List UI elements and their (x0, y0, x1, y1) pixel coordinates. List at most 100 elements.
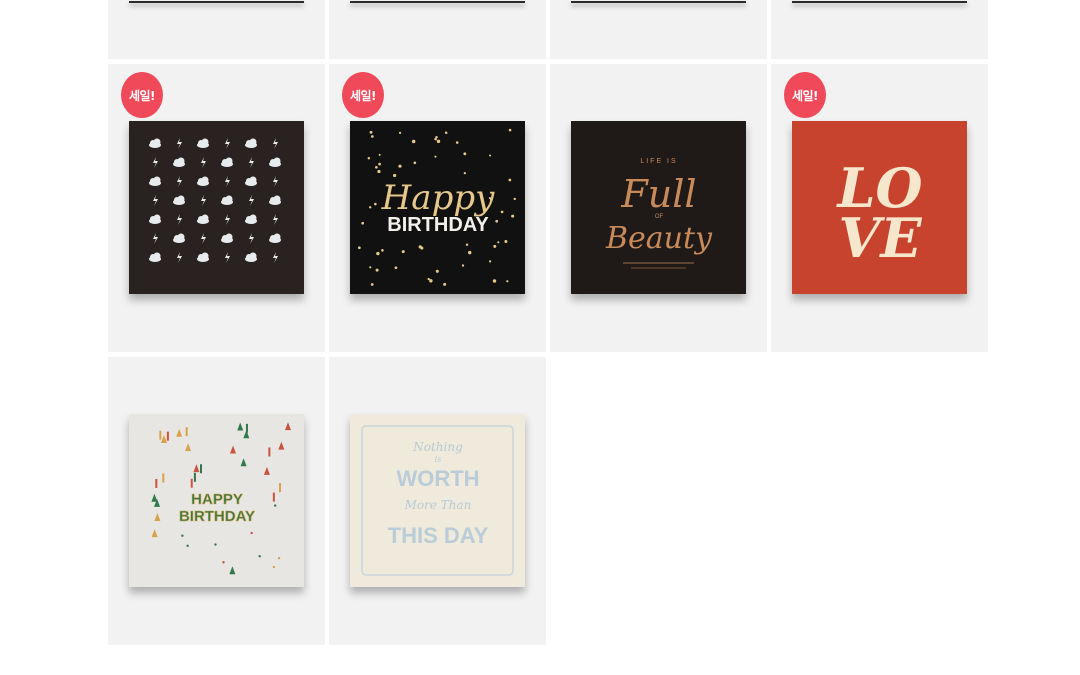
confetti-dot (455, 141, 459, 144)
confetti-dot (427, 277, 430, 281)
card-bottom-edge (792, 1, 967, 3)
confetti-dot (361, 221, 365, 225)
candle-icon (278, 483, 281, 493)
card-text-beauty: Beauty (605, 221, 713, 256)
happy-birthday-party-card-image: HAPPY BIRTHDAY (129, 414, 304, 587)
confetti-dot (394, 266, 398, 270)
confetti-dot (429, 279, 433, 283)
life-full-of-beauty-card-image: LIFE IS Full OF Beauty (571, 121, 746, 294)
confetti-dot (444, 131, 448, 135)
confetti-dot (436, 139, 441, 144)
product-tile[interactable] (329, 0, 546, 59)
confetti-dot (357, 246, 361, 250)
confetti-dot (369, 130, 373, 134)
confetti-dot (508, 178, 512, 182)
candle-icon (185, 427, 188, 437)
confetti-dot (506, 280, 509, 283)
candle-icon (190, 478, 193, 488)
confetti-dot (378, 153, 381, 156)
candle-icon (162, 473, 165, 483)
sale-badge: 세일! (342, 72, 384, 118)
confetti-dot (377, 169, 381, 174)
candle-icon (200, 464, 203, 474)
confetti-dot (504, 240, 508, 244)
confetti-dot (398, 131, 402, 134)
candle-icon (272, 492, 275, 502)
confetti-dot (273, 504, 277, 507)
card-text-nothing: Nothing (412, 440, 463, 454)
confetti-dot (369, 266, 372, 269)
card-text-of: OF (655, 214, 664, 220)
candle-icon (193, 472, 196, 482)
confetti-dot (181, 534, 184, 537)
confetti-dot (375, 165, 378, 169)
confetti-dot (371, 135, 374, 138)
confetti-dot (186, 544, 189, 548)
sale-badge: 세일! (121, 72, 163, 118)
confetti-dot (374, 202, 377, 206)
confetti-dot (411, 139, 416, 144)
confetti-dot (489, 154, 492, 157)
card-text-full: Full (620, 172, 696, 216)
confetti-dot (272, 565, 276, 569)
confetti-dot (376, 251, 380, 256)
confetti-dot (495, 219, 499, 223)
confetti-dot (392, 173, 397, 178)
confetti-dot (413, 161, 417, 165)
confetti-dot (435, 135, 438, 139)
confetti-dot (463, 152, 467, 156)
card-text-happy: Happy (381, 178, 495, 218)
product-tile-happy-birthday-black[interactable]: 세일! Happy BIRTHDAY (329, 64, 546, 352)
card-bottom-edge (350, 1, 525, 3)
confetti-dot (401, 250, 405, 254)
product-tile-nothing-worth-this-day[interactable]: Nothing is WORTH More Than THIS DAY (329, 357, 546, 645)
confetti-dot (277, 556, 281, 560)
confetti-dot (370, 283, 374, 286)
product-tile-love-red[interactable]: 세일! LO VE (771, 64, 988, 352)
confetti-dot (398, 164, 402, 168)
confetti-dot (461, 264, 465, 267)
card-text-worth: WORTH (396, 466, 479, 491)
product-tile[interactable] (550, 0, 767, 59)
confetti-dot (497, 241, 500, 244)
confetti-dot (493, 244, 497, 248)
confetti-dot (435, 269, 439, 273)
confetti-dot (420, 246, 424, 250)
confetti-dot (434, 155, 437, 158)
card-text-more-than: More Than (404, 498, 472, 512)
card-text-ve: VE (838, 206, 922, 270)
card-text-happy: HAPPY (191, 491, 243, 508)
card-bottom-edge (129, 1, 304, 3)
card-text-birthday: BIRTHDAY (387, 214, 489, 236)
confetti-dot (222, 561, 225, 564)
confetti-dot (258, 555, 261, 558)
confetti-dot (250, 531, 253, 535)
card-text-life-is: LIFE IS (640, 158, 677, 165)
happy-birthday-black-card-image: Happy BIRTHDAY (350, 121, 525, 294)
confetti-dot (214, 543, 217, 546)
product-tile[interactable] (108, 0, 325, 59)
confetti-dot (492, 279, 497, 283)
product-tile-clouds-lightning[interactable]: 세일! (108, 64, 325, 352)
confetti-dot (468, 250, 472, 255)
product-tile[interactable] (771, 0, 988, 59)
confetti-dot (511, 214, 515, 218)
sale-badge: 세일! (784, 72, 826, 118)
confetti-dot (367, 157, 371, 160)
confetti-dot (463, 171, 466, 175)
confetti-dot (378, 162, 381, 166)
love-red-card-image: LO VE (792, 121, 967, 294)
card-text-is: is (435, 455, 442, 464)
card-bottom-edge (571, 1, 746, 3)
confetti-dot (381, 249, 384, 252)
confetti-dot (368, 206, 372, 209)
product-tile-life-full-of-beauty[interactable]: LIFE IS Full OF Beauty (550, 64, 767, 352)
candle-icon (155, 478, 158, 488)
candle-icon (166, 431, 169, 441)
product-grid: 세일! 세일! Happy BIRTHDAY LIFE IS Full OF B… (108, 0, 988, 675)
card-text-this-day: THIS DAY (388, 523, 489, 548)
confetti-dot (508, 128, 512, 132)
confetti-dot (465, 243, 469, 246)
confetti-dot (500, 210, 504, 214)
product-tile-happy-birthday-party[interactable]: HAPPY BIRTHDAY (108, 357, 325, 645)
